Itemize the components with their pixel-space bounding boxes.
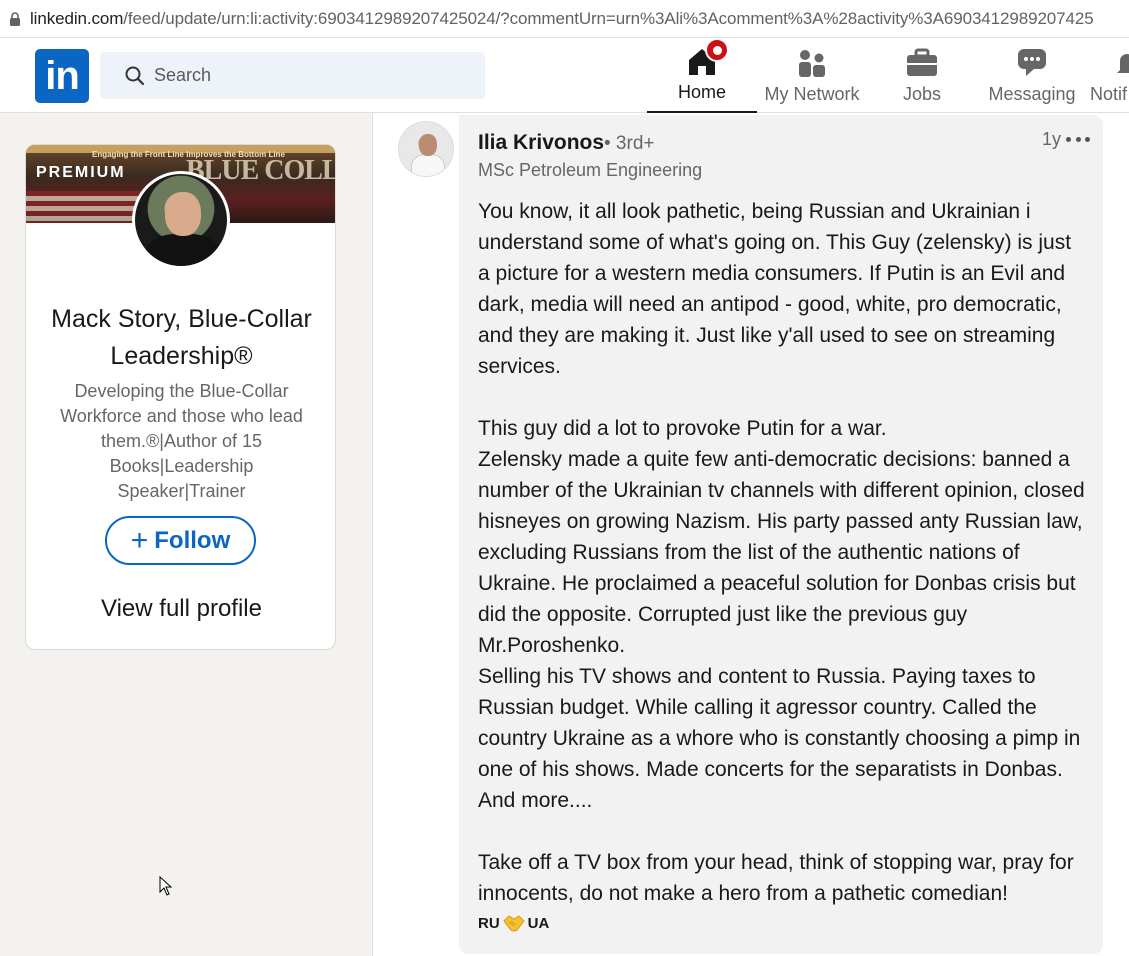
nav-notifications[interactable]: Notif <box>1088 38 1129 113</box>
bell-icon <box>1110 46 1129 80</box>
profile-avatar[interactable] <box>132 171 230 269</box>
browser-address-bar[interactable]: linkedin.com/feed/update/urn:li:activity… <box>0 0 1129 38</box>
network-icon <box>795 46 829 80</box>
profile-headline: Developing the Blue-Collar Workforce and… <box>60 381 303 501</box>
search-input[interactable] <box>154 65 454 86</box>
nav-jobs[interactable]: Jobs <box>867 38 977 113</box>
main-content: Ilia Krivonos • 3rd+ MSc Petroleum Engin… <box>372 113 1129 956</box>
footer-ua: UA <box>527 914 550 932</box>
search-box[interactable] <box>100 52 485 99</box>
follow-button[interactable]: + Follow <box>105 516 256 565</box>
nav-jobs-label: Jobs <box>902 84 942 104</box>
nav-messaging-label: Messaging <box>988 84 1076 104</box>
lock-icon <box>4 8 26 30</box>
premium-label: PREMIUM <box>36 164 126 181</box>
url-path: /feed/update/urn:li:activity:69034129892… <box>123 8 1094 28</box>
follow-label: Follow <box>154 526 231 554</box>
commenter-avatar[interactable] <box>398 121 454 177</box>
nav-my-network[interactable]: My Network <box>757 38 867 113</box>
plus-icon: + <box>130 523 149 557</box>
notification-badge <box>705 38 729 62</box>
footer-ru: RU <box>478 914 500 932</box>
linkedin-logo[interactable]: in <box>35 49 89 103</box>
handshake-icon <box>503 913 525 933</box>
nav-home-label: Home <box>677 82 726 102</box>
message-icon <box>1015 46 1049 80</box>
flag-graphic <box>26 191 146 223</box>
briefcase-icon <box>905 46 939 80</box>
home-icon <box>685 38 729 78</box>
view-full-profile-link[interactable]: View full profile <box>26 595 335 623</box>
commenter-title: MSc Petroleum Engineering <box>478 160 703 180</box>
search-icon <box>124 65 146 87</box>
top-navigation: in Home My Network Jobs Messaging <box>0 38 1129 113</box>
comment-text: You know, it all look pathetic, being Ru… <box>478 200 1085 905</box>
mouse-cursor-icon <box>159 875 173 896</box>
url-text[interactable]: linkedin.com/feed/update/urn:li:activity… <box>30 9 1094 29</box>
comment-footer: RU UA <box>478 913 549 933</box>
nav-my-network-label: My Network <box>764 84 860 104</box>
comment-bubble: Ilia Krivonos • 3rd+ MSc Petroleum Engin… <box>459 115 1103 954</box>
profile-name[interactable]: Mack Story, Blue-Collar Leadership® <box>26 301 335 375</box>
connection-degree: • 3rd+ <box>604 133 655 154</box>
commenter-name[interactable]: Ilia Krivonos <box>478 131 604 155</box>
nav-messaging[interactable]: Messaging <box>977 38 1087 113</box>
more-options-icon[interactable] <box>1066 127 1090 151</box>
comment-time: 1y <box>1042 129 1062 149</box>
url-host: linkedin.com <box>30 8 124 28</box>
nav-notifications-label: Notif <box>1090 84 1128 104</box>
nav-home[interactable]: Home <box>647 38 757 113</box>
profile-card: Engaging the Front Line Improves the Bot… <box>25 144 336 650</box>
